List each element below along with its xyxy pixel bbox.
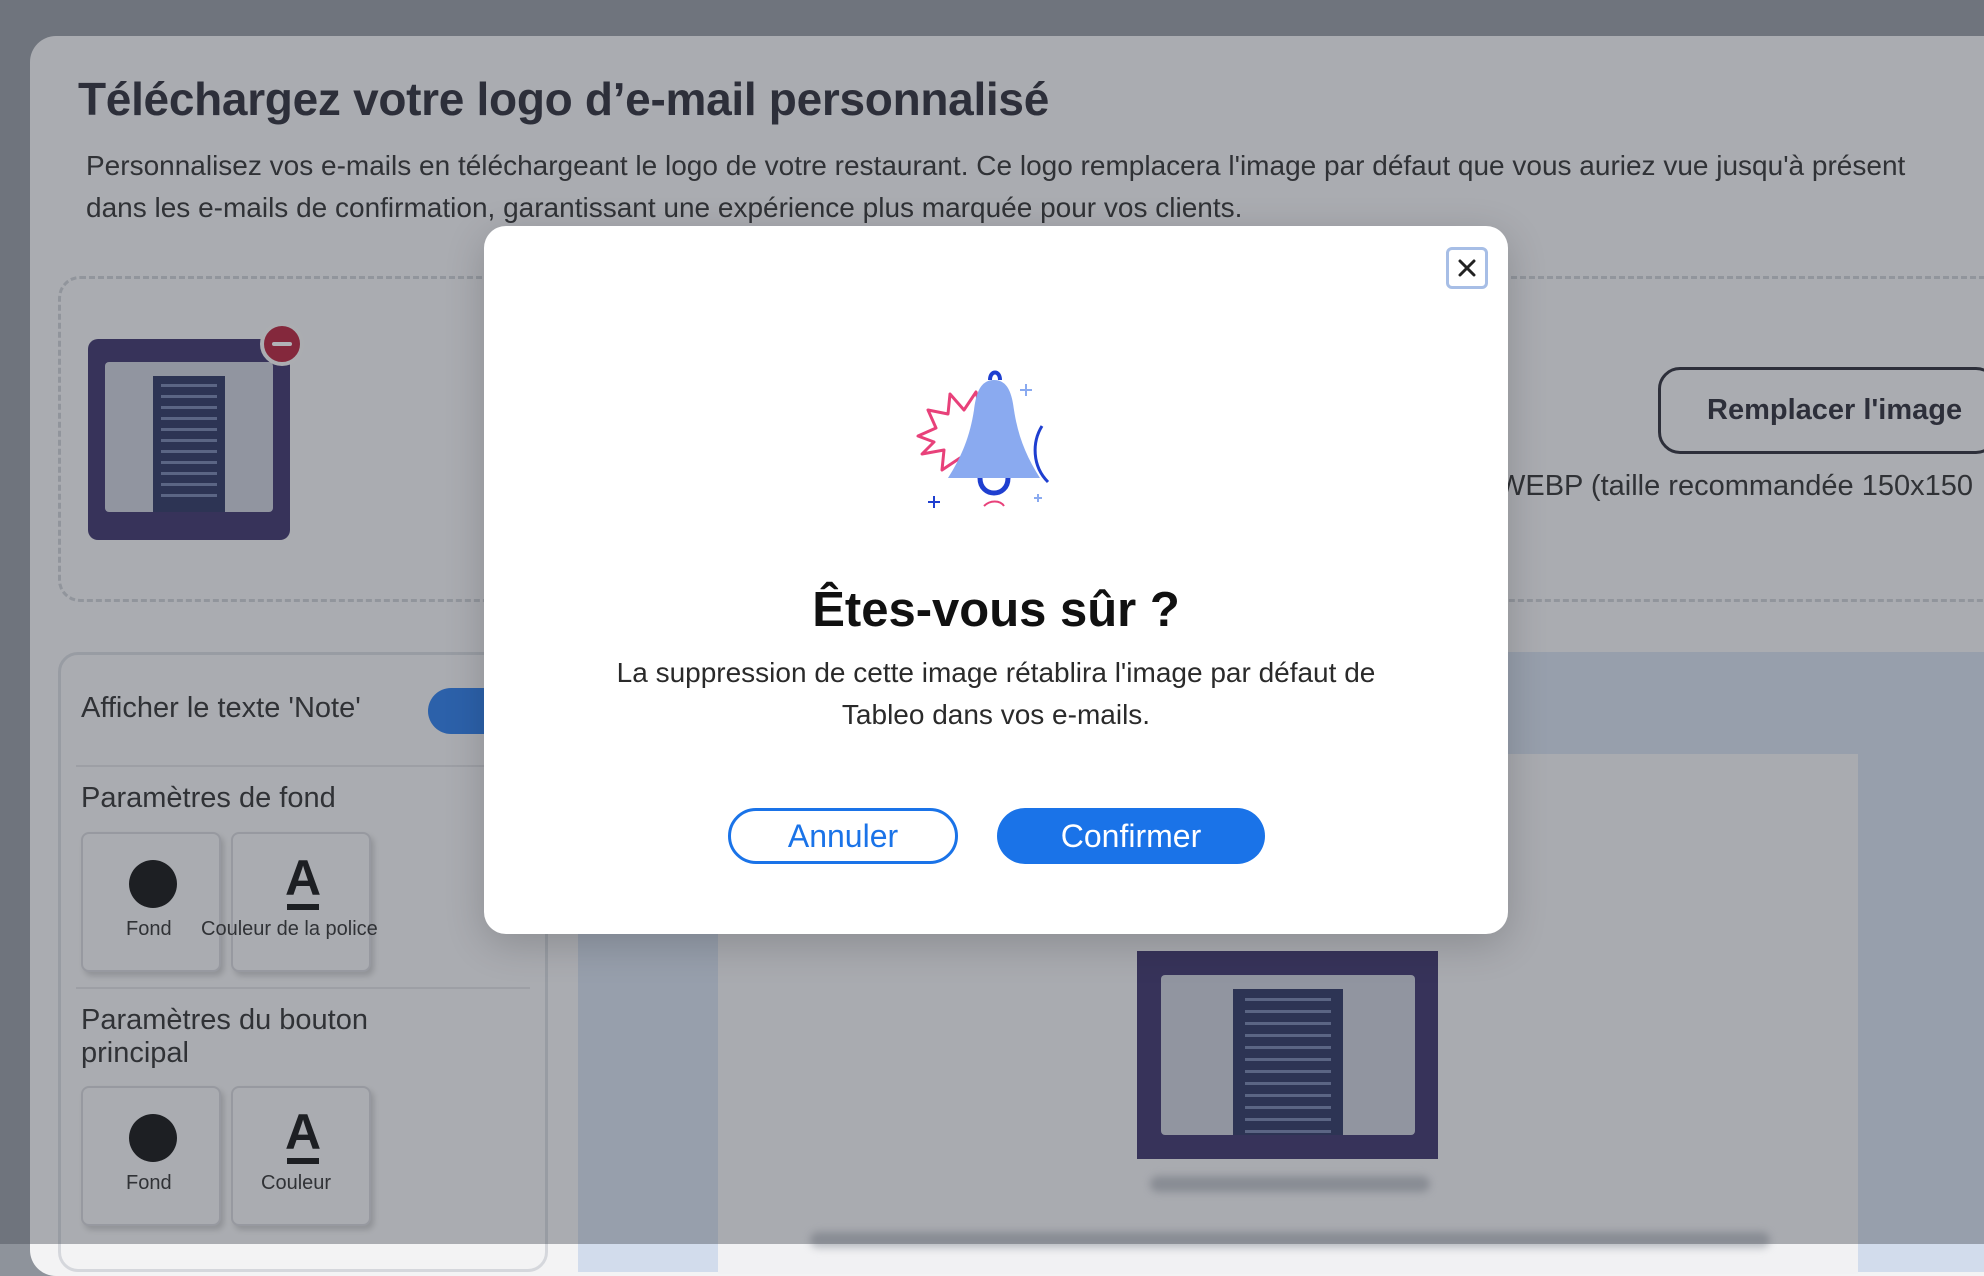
cancel-button[interactable]: Annuler: [728, 808, 958, 864]
confirm-delete-dialog: Êtes-vous sûr ? La suppression de cette …: [484, 226, 1508, 934]
confirm-button[interactable]: Confirmer: [997, 808, 1265, 864]
dialog-message: La suppression de cette image rétablira …: [616, 657, 1376, 730]
bell-icon: [916, 370, 1050, 508]
close-icon: [1458, 259, 1476, 277]
close-button[interactable]: [1446, 247, 1488, 289]
dialog-title: Êtes-vous sûr ?: [812, 583, 1180, 637]
